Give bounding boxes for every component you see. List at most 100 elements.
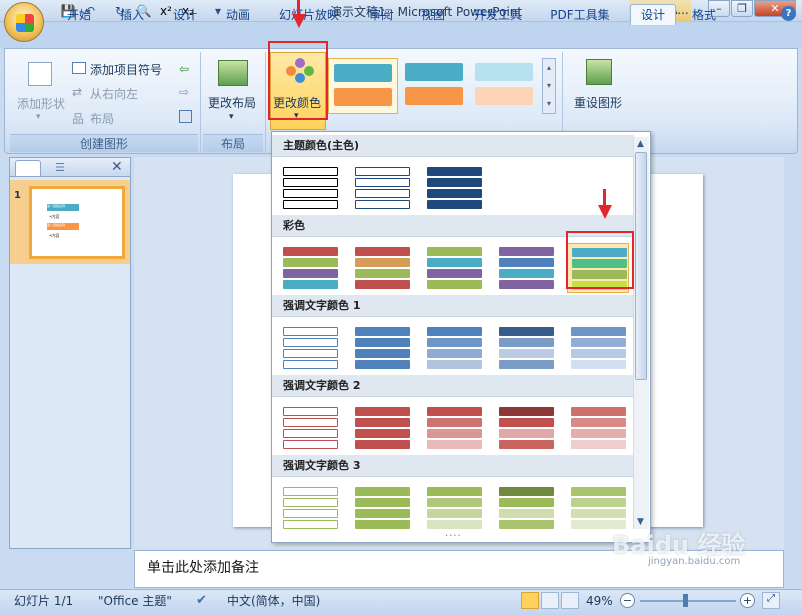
gallery-resize-grip[interactable]: ···· [445,531,462,542]
change-layout-button[interactable]: 更改布局 [208,94,256,111]
gallery-scroll-thumb[interactable] [635,152,647,380]
tab-review[interactable]: 审阅 [362,5,400,26]
color-variant-option[interactable] [351,243,413,293]
color-variant-option[interactable] [423,323,485,373]
color-bar [499,269,554,278]
color-variant-option[interactable] [351,403,413,453]
add-shape-dropdown-icon[interactable]: ▾ [36,112,41,122]
restore-button[interactable]: ❐ [731,0,753,17]
change-layout-dropdown-icon[interactable]: ▾ [229,112,234,122]
color-variant-option[interactable] [279,403,341,453]
color-variant-option[interactable] [351,483,413,533]
color-bar [571,349,626,358]
zoom-slider-thumb[interactable] [683,594,688,607]
layout-dropdown[interactable]: 布局 [90,110,114,127]
text-pane-icon[interactable] [179,110,192,123]
color-bar [427,407,482,416]
tab-smartart-design[interactable]: 设计 [630,4,676,25]
color-bar [499,258,554,267]
color-bar [427,167,482,176]
color-variant-option[interactable] [495,403,557,453]
color-bar [499,360,554,369]
color-bar [283,509,338,518]
style-swatch-2[interactable] [400,58,470,114]
color-bar [283,407,338,416]
tab-format[interactable]: 格式 [684,5,724,26]
color-bar [571,407,626,416]
normal-view-icon[interactable] [521,592,539,609]
color-variant-option[interactable] [279,243,341,293]
zoom-level[interactable]: 49% [586,591,613,611]
tab-animation[interactable]: 动画 [219,5,257,26]
tab-view[interactable]: 视图 [414,5,452,26]
color-variant-option[interactable] [495,323,557,373]
slide-sorter-icon[interactable] [541,592,559,609]
color-variant-option[interactable] [567,403,629,453]
zoom-slider[interactable] [640,600,736,602]
color-bar [499,509,554,518]
swatch-bottom [405,87,463,105]
right-to-left-button[interactable]: 从右向左 [90,85,138,102]
color-bar [571,360,626,369]
color-variant-option[interactable] [423,243,485,293]
color-bar [571,338,626,347]
color-variant-option[interactable] [279,483,341,533]
color-bar [499,498,554,507]
promote-icon[interactable]: ⇦ [179,62,189,76]
zoom-out-icon[interactable]: − [620,593,635,608]
color-variant-option[interactable] [279,163,341,213]
office-logo-icon [16,14,34,32]
thumb-line-3: 第二层级名称 [47,223,79,230]
style-swatch-3[interactable] [470,58,540,114]
change-layout-icon [218,60,248,86]
add-bullet-button[interactable]: 添加项目符号 [90,61,162,78]
color-variant-option[interactable] [423,163,485,213]
color-bar [355,498,410,507]
color-variant-option[interactable] [279,323,341,373]
color-bar [283,338,338,347]
spell-check-icon[interactable]: ✔ [196,591,207,611]
color-variant-option[interactable] [351,323,413,373]
arrow-shaft-gallery [603,189,606,205]
color-variant-option[interactable] [495,483,557,533]
group-label-layouts: 布局 [203,134,263,152]
color-variant-option[interactable] [423,403,485,453]
tab-insert[interactable]: 插入 [113,5,151,26]
bullet-list-icon [72,62,86,74]
color-gallery-content: 主题颜色(主色) 彩色 强调文字颜色 1 强调文字颜色 2 强调文字颜色 3 [271,131,651,543]
color-bar [427,520,482,529]
color-variant-option[interactable] [495,243,557,293]
color-bar [355,269,410,278]
color-bar [355,360,410,369]
thumb-line-2: •内容 [49,214,60,219]
demote-icon[interactable]: ⇨ [179,85,189,99]
color-bar [427,349,482,358]
outline-tab[interactable]: ☰ [46,161,74,176]
color-bar [571,487,626,496]
slide-thumbnail[interactable]: 第一层级名称 •内容 第二层级名称 •内容 [29,186,125,259]
tab-slideshow[interactable]: 幻灯片放映 [272,5,346,26]
color-bar [499,247,554,256]
help-icon[interactable]: ? [781,6,796,21]
arrow-shaft-top [297,0,300,14]
fit-to-window-icon[interactable]: ⤢ [762,592,780,609]
add-shape-button[interactable]: 添加形状 [17,95,65,112]
tab-developer[interactable]: 开发工具 [468,5,528,26]
tab-home[interactable]: 开始 [60,5,98,26]
slides-tab[interactable] [15,160,41,176]
reset-graphic-button[interactable]: 重设图形 [574,94,622,111]
scroll-up-icon[interactable]: ▲ [637,139,644,149]
style-swatch-1[interactable] [328,58,398,114]
slideshow-view-icon[interactable] [561,592,579,609]
color-bar [355,338,410,347]
zoom-in-icon[interactable]: + [740,593,755,608]
styles-gallery-scroll[interactable]: ▴ ▾ ▾ [542,58,556,114]
tab-pdf-tools[interactable]: PDF工具集 [545,5,615,26]
color-variant-option[interactable] [567,323,629,373]
office-button[interactable] [4,2,44,42]
color-variant-option[interactable] [351,163,413,213]
tab-design[interactable]: 设计 [166,5,204,26]
close-pane-icon[interactable]: ✕ [111,159,123,175]
group-label-create-graphic: 创建图形 [10,134,198,152]
color-variant-option[interactable] [423,483,485,533]
